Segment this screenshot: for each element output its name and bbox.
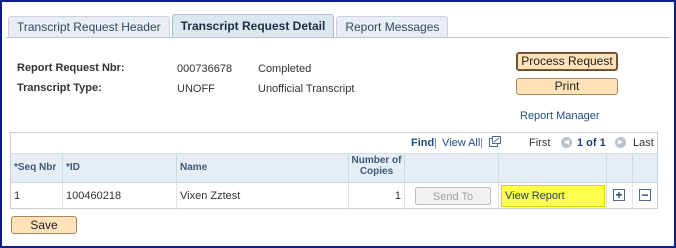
add-row-button[interactable]: + [613, 189, 625, 201]
find-link[interactable]: Find [411, 137, 434, 149]
view-report-link[interactable]: View Report [501, 185, 605, 207]
column-header-number-of-copies: Number of Copies [349, 154, 405, 182]
column-header-id: *ID [63, 154, 177, 182]
send-to-button[interactable]: Send To [415, 187, 491, 205]
column-header-blank-1 [405, 154, 499, 182]
tab-transcript-request-header[interactable]: Transcript Request Header [8, 16, 170, 37]
column-header-name: Name [177, 154, 349, 182]
column-header-seq-nbr: *Seq Nbr [11, 154, 63, 182]
id-cell: 100460218 [63, 183, 177, 209]
report-manager-link[interactable]: Report Manager [520, 110, 600, 122]
tab-bar: Transcript Request Header Transcript Req… [8, 14, 450, 37]
grid-navigation-bar: Find | View All | First ◀ 1 of 1 ▶ Last [11, 133, 657, 154]
request-detail-grid: Find | View All | First ◀ 1 of 1 ▶ Last … [10, 132, 658, 209]
previous-arrow-icon[interactable]: ◀ [561, 137, 572, 148]
transcript-type-desc: Unofficial Transcript [258, 83, 355, 95]
column-header-blank-3 [607, 154, 633, 182]
report-status: Completed [258, 63, 312, 75]
first-label: First [529, 137, 551, 149]
name-cell: Vixen Zztest [177, 183, 349, 209]
column-header-blank-2 [499, 154, 607, 182]
transcript-type-label: Transcript Type: [17, 82, 102, 94]
last-label: Last [633, 137, 654, 149]
report-request-nbr-value: 000736678 [177, 63, 233, 75]
process-request-button[interactable]: Process Request [516, 52, 618, 71]
tab-report-messages[interactable]: Report Messages [336, 16, 449, 37]
transcript-type-code: UNOFF [177, 83, 215, 95]
nav-separator: | [434, 137, 437, 149]
view-all-link[interactable]: View All [442, 137, 480, 149]
table-row: 1 100460218 Vixen Zztest 1 Send To View … [11, 183, 657, 209]
seq-nbr-cell: 1 [11, 183, 63, 209]
save-button[interactable]: Save [11, 216, 77, 234]
nav-separator-2: | [480, 137, 483, 149]
grid-header-row: *Seq Nbr *ID Name Number of Copies [11, 154, 657, 183]
tab-transcript-request-detail[interactable]: Transcript Request Detail [171, 14, 335, 37]
view-all-window-icon[interactable] [489, 136, 501, 147]
page-info: 1 of 1 [577, 137, 606, 149]
copies-cell: 1 [349, 183, 405, 209]
next-arrow-icon[interactable]: ▶ [615, 137, 626, 148]
tab-divider [6, 37, 670, 38]
report-request-nbr-label: Report Request Nbr: [17, 62, 125, 74]
delete-row-button[interactable]: − [639, 189, 651, 201]
print-button[interactable]: Print [516, 78, 618, 95]
column-header-blank-4 [633, 154, 657, 182]
page-frame: Transcript Request Header Transcript Req… [0, 0, 676, 248]
